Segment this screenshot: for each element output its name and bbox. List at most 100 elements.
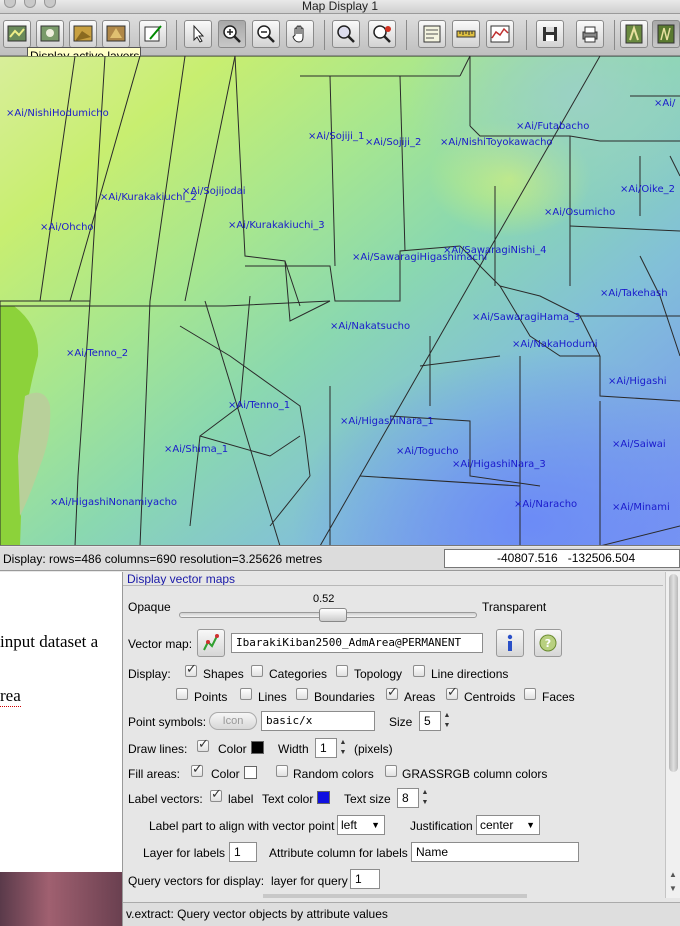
decorations-icon (106, 25, 126, 42)
line-color-swatch[interactable] (251, 741, 264, 754)
text-size-label: Text size (344, 792, 391, 806)
zoom-in-button[interactable] (218, 20, 246, 48)
map-label: ×Ai/Minami (612, 502, 670, 513)
display-option-checkbox[interactable] (413, 665, 425, 677)
analyze-icon (423, 25, 441, 43)
display-option-checkbox[interactable] (524, 688, 536, 700)
layer-manager-icon (625, 24, 643, 44)
opacity-slider-thumb[interactable] (319, 608, 348, 622)
line-color-label: Color (218, 742, 247, 756)
partial-control (263, 894, 527, 898)
save-button[interactable] (536, 20, 564, 48)
draw-button[interactable] (139, 20, 167, 48)
print-button[interactable] (576, 20, 604, 48)
map-label: ×Ai/Shima_1 (164, 444, 229, 455)
text-size-field[interactable]: 8 (397, 788, 419, 808)
size-label: Size (389, 715, 413, 729)
vector-map-field[interactable]: IbarakiKiban2500_AdmArea@PERMANENT (231, 633, 483, 653)
line-width-spinner[interactable]: ▲ ▼ (338, 738, 348, 758)
vector-map-icon (203, 634, 219, 651)
label-check-label: label (228, 792, 254, 806)
document-line-1: input dataset a (0, 632, 99, 651)
coordinates-field[interactable]: -40807.516 -132506.504 (444, 549, 680, 568)
grassrgb-checkbox[interactable] (385, 765, 397, 777)
line-width-unit: (pixels) (354, 742, 393, 756)
fill-areas-checkbox[interactable] (191, 762, 203, 777)
attr-column-field[interactable]: Name (411, 842, 579, 862)
vector-map-label: Vector map: (128, 637, 193, 651)
map-label: ×Ai/NakaHodumi (512, 339, 598, 350)
icon-button[interactable]: Icon (209, 712, 257, 730)
background-document: input dataset a rea (0, 572, 122, 926)
map-label: ×Ai/Togucho (396, 446, 459, 457)
scrollbar-thumb[interactable] (669, 574, 678, 772)
info-button[interactable] (496, 629, 524, 657)
help-button[interactable]: ? (534, 629, 562, 657)
print-icon (582, 26, 598, 43)
toolbar-separator (406, 20, 407, 50)
justification-select[interactable]: center ▼ (476, 815, 540, 835)
scroll-up-icon[interactable]: ▲ (669, 870, 677, 879)
display-option-checkbox[interactable] (336, 665, 348, 677)
display-option-checkbox[interactable] (386, 685, 398, 700)
draw-lines-checkbox[interactable] (197, 737, 209, 752)
layer-labels-field[interactable]: 1 (229, 842, 257, 862)
nviz-button[interactable] (652, 20, 680, 48)
toolbar-separator (324, 20, 325, 50)
text-size-spinner[interactable]: ▲ ▼ (420, 788, 430, 808)
fill-color-swatch[interactable] (244, 766, 257, 779)
label-align-label: Label part to align with vector point (149, 819, 335, 833)
measure-button[interactable] (452, 20, 480, 48)
render-map-button[interactable] (36, 20, 64, 48)
decorations-button[interactable] (102, 20, 130, 48)
random-colors-checkbox[interactable] (276, 765, 288, 777)
display-option-label: Lines (258, 690, 287, 704)
select-map-button[interactable] (197, 629, 225, 657)
display-map-button[interactable] (3, 20, 31, 48)
symbol-size-spinner[interactable]: ▲ ▼ (442, 711, 452, 731)
fill-areas-label: Fill areas: (128, 767, 181, 781)
text-color-swatch[interactable] (317, 791, 330, 804)
label-vectors-checkbox[interactable] (210, 787, 222, 802)
zoom-out-button[interactable] (252, 20, 280, 48)
layer-labels-label: Layer for labels (143, 846, 226, 860)
map-canvas[interactable]: ×Ai/NishiHodumicho ×Ai/Sojiji_1 ×Ai/Sojiji… (0, 56, 680, 546)
display-option-checkbox[interactable] (240, 688, 252, 700)
measure-icon (456, 30, 476, 38)
map-label: ×Ai/Tenno_2 (66, 348, 129, 359)
display-option-checkbox[interactable] (251, 665, 263, 677)
pointer-button[interactable] (184, 20, 212, 48)
display-option-checkbox[interactable] (296, 688, 308, 700)
display-option-label: Faces (542, 690, 575, 704)
line-width-field[interactable]: 1 (315, 738, 337, 758)
display-option-label: Boundaries (314, 690, 375, 704)
query-button[interactable] (332, 20, 360, 48)
analyze-button[interactable] (418, 20, 446, 48)
svg-text:?: ? (545, 637, 551, 650)
dialog-scrollbar[interactable]: ▲ ▼ (665, 572, 680, 898)
query-layer-field[interactable]: 1 (350, 869, 380, 889)
display-option-checkbox[interactable] (185, 662, 197, 677)
map-label: ×Ai/Osumicho (544, 207, 616, 218)
display-option-checkbox[interactable] (176, 688, 188, 700)
map-label: ×Ai/Higashi (608, 376, 667, 387)
map-label: ×Ai/HigashiNara_3 (452, 459, 546, 470)
display-option-label: Categories (269, 667, 328, 681)
map-label: ×Ai/Takehash (600, 288, 668, 299)
scroll-down-icon[interactable]: ▼ (669, 884, 677, 893)
zoom-menu-button[interactable] (368, 20, 396, 48)
map-label: ×Ai/Naracho (514, 499, 578, 510)
profile-button[interactable] (486, 20, 514, 48)
symbol-size-field[interactable]: 5 (419, 711, 441, 731)
erase-display-button[interactable] (69, 20, 97, 48)
pan-button[interactable] (286, 20, 314, 48)
layer-manager-button[interactable] (620, 20, 648, 48)
point-symbol-field[interactable]: basic/x (261, 711, 375, 731)
document-line-2: rea (0, 686, 21, 707)
grassrgb-label: GRASSRGB column colors (402, 767, 548, 781)
display-option-checkbox[interactable] (446, 685, 458, 700)
label-align-value: left (341, 818, 358, 832)
label-align-select[interactable]: left ▼ (337, 815, 385, 835)
opaque-label: Opaque (128, 600, 171, 614)
window-titlebar: Map Display 1 (0, 0, 680, 14)
